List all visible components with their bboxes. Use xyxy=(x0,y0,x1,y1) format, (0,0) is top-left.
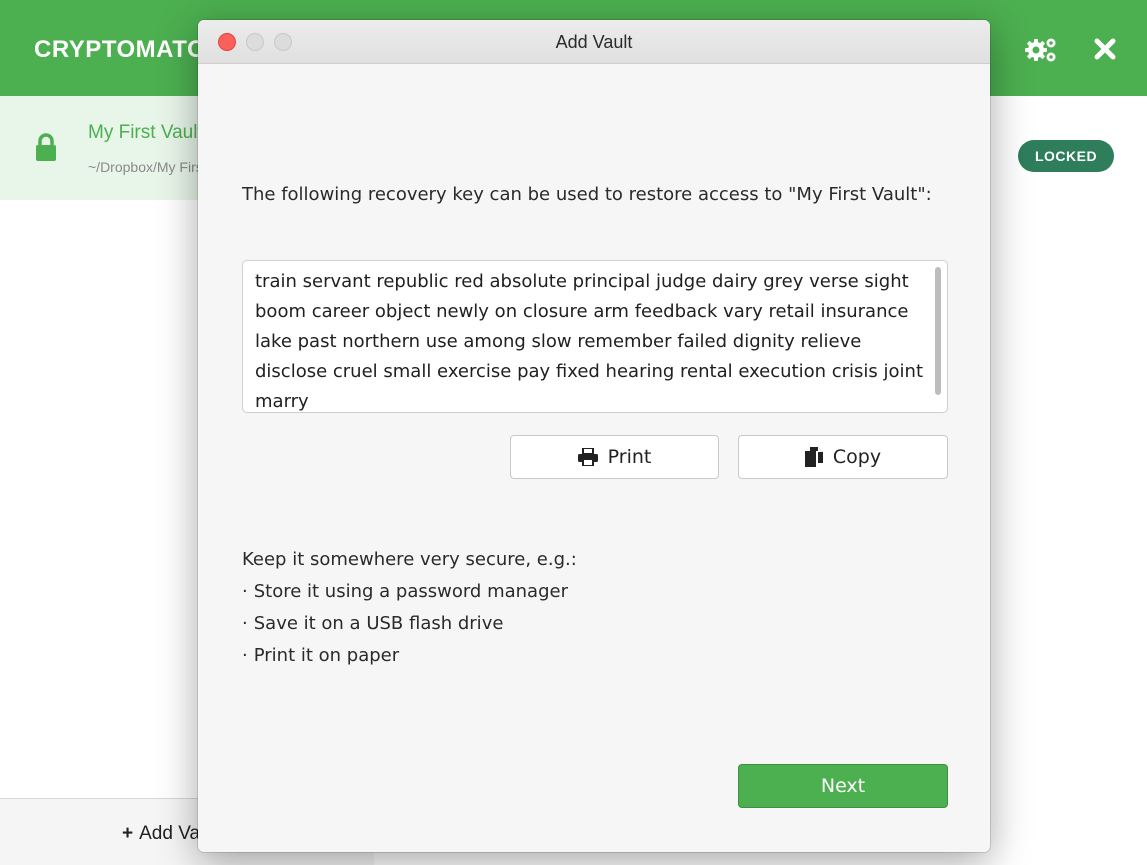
app-close-button[interactable] xyxy=(1090,34,1120,64)
next-button[interactable]: Next xyxy=(738,764,948,808)
scrollbar-thumb[interactable] xyxy=(935,267,941,395)
dialog-titlebar: Add Vault xyxy=(198,20,990,64)
copy-button[interactable]: Copy xyxy=(738,435,948,479)
list-item: · Store it using a password manager xyxy=(242,581,568,602)
next-label: Next xyxy=(820,775,866,797)
print-label: Print xyxy=(607,446,652,468)
close-icon xyxy=(1094,38,1116,60)
list-item: · Save it on a USB flash drive xyxy=(242,613,504,634)
copy-icon xyxy=(804,447,823,467)
vault-name: My First Vault xyxy=(88,122,203,143)
lock-icon xyxy=(36,133,56,161)
copy-label: Copy xyxy=(832,446,882,468)
app-title: CRYPTOMATOR xyxy=(34,36,224,63)
gears-icon xyxy=(1025,38,1056,62)
secure-heading: Keep it somewhere very secure, e.g.: xyxy=(242,549,577,570)
settings-button[interactable] xyxy=(1024,36,1058,64)
secure-storage-hints: Keep it somewhere very secure, e.g.: · St… xyxy=(242,544,942,672)
recovery-intro-text: The following recovery key can be used t… xyxy=(242,184,932,205)
recovery-key-text: train servant republic red absolute prin… xyxy=(255,271,924,412)
list-item: · Print it on paper xyxy=(242,645,400,666)
print-button[interactable]: Print xyxy=(510,435,719,479)
plus-icon: + xyxy=(122,823,134,844)
print-icon xyxy=(577,448,598,466)
add-vault-dialog: Add Vault The following recovery key can… xyxy=(198,20,990,852)
recovery-key-textarea[interactable]: train servant republic red absolute prin… xyxy=(242,260,948,413)
status-badge: LOCKED xyxy=(1018,140,1114,172)
dialog-title: Add Vault xyxy=(555,32,633,52)
